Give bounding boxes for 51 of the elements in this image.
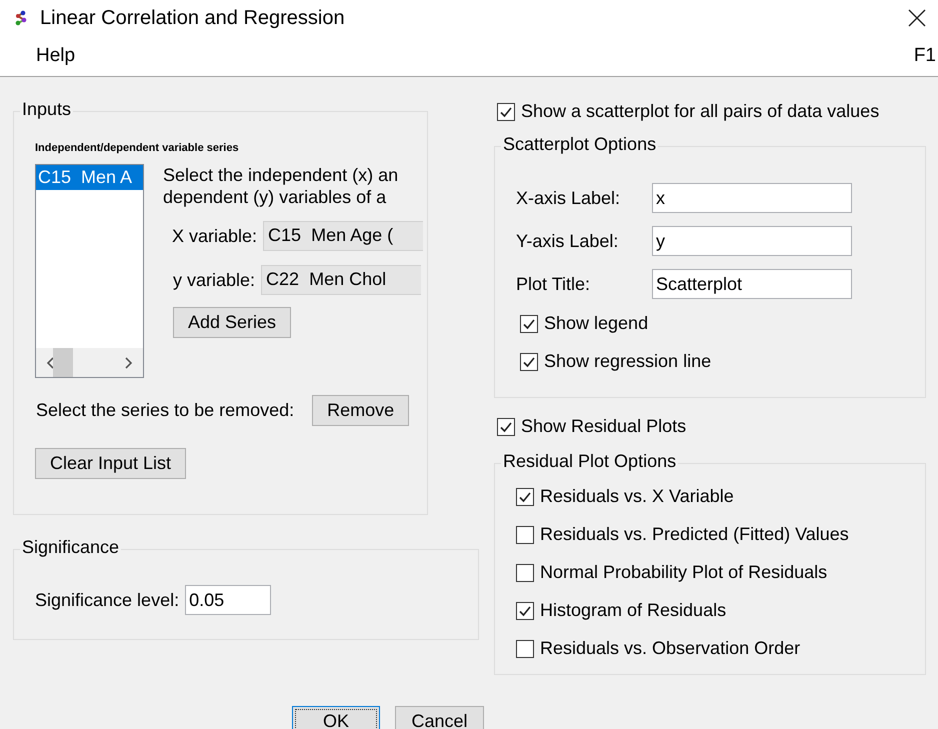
group-title: Significance bbox=[20, 537, 122, 558]
checkbox-label: Residuals vs. X Variable bbox=[540, 486, 734, 507]
remove-button[interactable]: Remove bbox=[312, 395, 410, 426]
remove-label: Select the series to be removed: bbox=[36, 400, 294, 421]
checkbox[interactable] bbox=[516, 526, 534, 544]
scrollbar-thumb[interactable] bbox=[53, 348, 73, 377]
checkbox-label: Show legend bbox=[544, 313, 648, 334]
checkbox[interactable] bbox=[497, 102, 515, 120]
field-label: X-axis Label: bbox=[516, 188, 622, 208]
x-variable-dropdown[interactable]: C15 Men Age ( bbox=[263, 221, 424, 251]
checkbox[interactable] bbox=[516, 564, 534, 582]
checkbox-label: Show a scatterplot for all pairs of data values bbox=[521, 101, 880, 122]
y-variable-dropdown[interactable]: C22 Men Chol bbox=[261, 265, 422, 295]
checkbox[interactable] bbox=[516, 640, 534, 658]
checkbox-label: Normal Probability Plot of Residuals bbox=[540, 562, 828, 583]
app-icon bbox=[14, 10, 28, 26]
close-icon[interactable] bbox=[908, 9, 926, 27]
dialog-button[interactable]: OK bbox=[292, 706, 380, 729]
group-title: Residual Plot Options bbox=[501, 451, 678, 472]
window-title: Linear Correlation and Regression bbox=[40, 6, 346, 30]
clear-input-list-button[interactable]: Clear Input List bbox=[35, 448, 186, 479]
add-series-button[interactable]: Add Series bbox=[173, 307, 292, 338]
checkbox-label: Show regression line bbox=[544, 351, 712, 372]
instruction-text: Select the independent (x) an dependent (y) variables of a bbox=[163, 164, 400, 208]
dialog-button[interactable]: Cancel bbox=[395, 706, 484, 729]
scroll-left-icon[interactable] bbox=[46, 356, 55, 368]
field-label: y variable: bbox=[173, 270, 256, 290]
menu-item[interactable]: Help bbox=[36, 45, 914, 67]
group-title: Scatterplot Options bbox=[501, 134, 658, 155]
input-field[interactable]: y bbox=[652, 226, 852, 256]
series-list[interactable]: C15 Men A bbox=[35, 164, 144, 378]
checkbox[interactable] bbox=[520, 314, 538, 332]
shortcut-text: F1 bbox=[914, 45, 936, 67]
checkbox[interactable] bbox=[520, 352, 538, 370]
field-label: X variable: bbox=[172, 226, 258, 246]
field-label: Plot Title: bbox=[516, 274, 592, 294]
field-label: Significance level: bbox=[35, 590, 180, 610]
list-item[interactable]: C15 Men A bbox=[36, 165, 143, 190]
checkbox-label: Residuals vs. Observation Order bbox=[540, 638, 800, 659]
input-field[interactable]: x bbox=[652, 183, 852, 213]
checkbox-label: Histogram of Residuals bbox=[540, 600, 726, 621]
scroll-right-icon[interactable] bbox=[124, 356, 133, 368]
field-label: Y-axis Label: bbox=[516, 230, 620, 252]
checkbox[interactable] bbox=[516, 602, 534, 620]
checkbox[interactable] bbox=[516, 488, 534, 506]
section-label: Independent/dependent variable series bbox=[35, 142, 240, 154]
checkbox-label: Residuals vs. Predicted (Fitted) Values bbox=[540, 524, 849, 545]
significance-field[interactable]: 0.05 bbox=[185, 585, 272, 615]
checkbox-label: Show Residual Plots bbox=[521, 416, 686, 437]
checkbox[interactable] bbox=[497, 418, 515, 436]
input-field[interactable]: Scatterplot bbox=[652, 269, 852, 299]
